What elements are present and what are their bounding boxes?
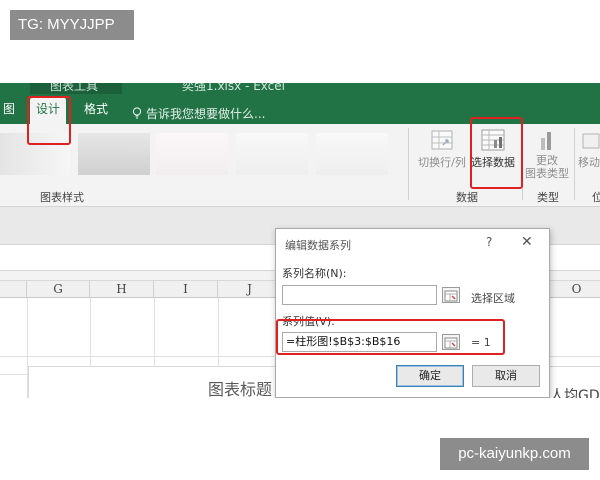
- column-header-i[interactable]: I: [154, 281, 218, 298]
- series-name-range-button[interactable]: [442, 287, 460, 303]
- excel-window: 图表工具 奕强1.xlsx - Excel 图 设计 格式 告诉我您想要做什么.…: [0, 83, 600, 398]
- column-header-g[interactable]: G: [27, 281, 90, 298]
- move-chart-button[interactable]: 移动: [578, 128, 600, 170]
- chart-style-thumb-4[interactable]: [236, 133, 308, 175]
- lightbulb-icon: [132, 107, 142, 119]
- tell-me-box[interactable]: 告诉我您想要做什么...: [132, 105, 265, 122]
- tab-design[interactable]: 设计: [30, 98, 67, 124]
- chart-title[interactable]: 图表标题: [208, 376, 272, 398]
- type-group-label: 类型: [537, 191, 559, 204]
- help-button[interactable]: ?: [486, 235, 492, 249]
- column-header-j[interactable]: J: [218, 281, 282, 298]
- series-values-label: 系列值(V):: [282, 315, 335, 328]
- chart-style-thumb-3[interactable]: [156, 133, 228, 175]
- switch-row-column-label: 切换行/列: [418, 156, 466, 169]
- ribbon-tab-bar: 图 设计 格式 告诉我您想要做什么...: [0, 94, 600, 124]
- context-tab-label: 图表工具: [50, 83, 99, 93]
- chart-style-thumb-1[interactable]: [0, 133, 70, 175]
- switch-row-column-button[interactable]: 切换行/列: [416, 128, 468, 170]
- move-chart-label: 移动: [578, 156, 600, 169]
- watermark-bottom: pc-kaiyunkp.com: [440, 438, 589, 470]
- tell-me-text: 告诉我您想要做什么...: [146, 107, 266, 121]
- series-name-input[interactable]: [282, 285, 437, 305]
- change-chart-type-icon: [541, 132, 551, 150]
- watermark-top: TG: MYYJJPP: [10, 10, 134, 40]
- series-values-preview: = 1: [471, 336, 491, 349]
- chart-styles-group-label: 图表样式: [40, 191, 84, 204]
- chart-style-thumb-2[interactable]: [78, 133, 150, 175]
- location-group-label: 位: [592, 191, 600, 204]
- ribbon: 图表样式 切换行/列 选择数据 更改 图表类型 移动 数据 类型 位: [0, 124, 600, 207]
- series-name-label: 系列名称(N):: [282, 267, 347, 280]
- column-header-blank[interactable]: [0, 281, 27, 298]
- series-values-input[interactable]: =柱形图!$B$3:$B$16: [282, 332, 437, 352]
- group-separator: [408, 128, 409, 200]
- change-chart-type-button[interactable]: 更改 图表类型: [524, 128, 570, 180]
- column-header-h[interactable]: H: [90, 281, 154, 298]
- ok-button[interactable]: 确定: [396, 365, 464, 387]
- group-separator: [522, 128, 523, 200]
- select-data-button[interactable]: 选择数据: [469, 128, 517, 170]
- change-chart-type-label-1: 更改: [536, 154, 558, 167]
- select-data-label: 选择数据: [471, 156, 515, 169]
- cancel-button[interactable]: 取消: [472, 365, 540, 387]
- window-title: 奕强1.xlsx - Excel: [182, 83, 285, 93]
- chart-tools-context: 图表工具: [30, 83, 122, 94]
- column-header-o[interactable]: O: [545, 281, 600, 298]
- tab-format[interactable]: 格式: [78, 98, 114, 124]
- move-chart-icon: [582, 133, 600, 149]
- change-chart-type-label-2: 图表类型: [525, 167, 569, 180]
- collapse-dialog-icon: [444, 290, 458, 302]
- tab-chart-partial[interactable]: 图: [0, 98, 21, 124]
- close-icon[interactable]: ✕: [521, 234, 533, 250]
- group-separator: [574, 128, 575, 200]
- chart-right-fragment: 人均GD: [550, 385, 600, 398]
- edit-series-dialog: 编辑数据系列 ? ✕ 系列名称(N): 选择区域 系列值(V): =柱形图!$B…: [275, 228, 550, 398]
- series-name-side-text: 选择区域: [471, 292, 515, 305]
- collapse-dialog-icon: [444, 337, 458, 349]
- switch-row-column-icon: [431, 130, 453, 150]
- series-values-range-button[interactable]: [442, 334, 460, 350]
- chart-style-thumb-5[interactable]: [316, 133, 388, 175]
- select-data-icon: [481, 129, 505, 151]
- screenshot: TG: MYYJJPP 图表工具 奕强1.xlsx - Excel 图 设计 格…: [0, 0, 600, 480]
- title-bar: 图表工具 奕强1.xlsx - Excel: [0, 83, 600, 94]
- dialog-title: 编辑数据系列: [285, 239, 351, 252]
- data-group-label: 数据: [456, 191, 478, 204]
